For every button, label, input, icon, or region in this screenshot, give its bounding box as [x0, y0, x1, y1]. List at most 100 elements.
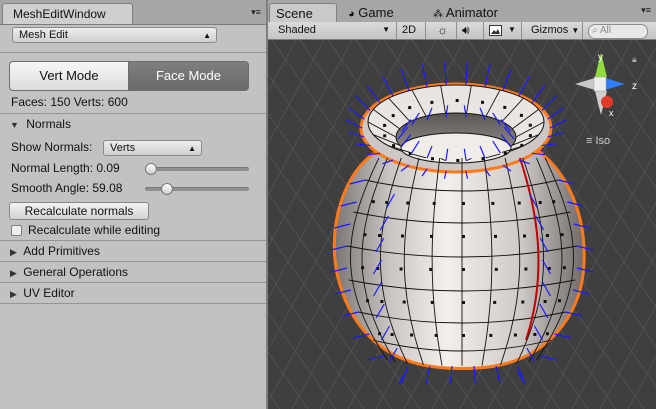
face-center-dot	[528, 123, 532, 127]
face-center-dot	[558, 299, 561, 303]
face-center-dot	[545, 234, 549, 237]
gizmo-z-label: z	[632, 81, 637, 92]
face-center-dot	[489, 333, 493, 337]
recalculate-normals-label: Recalculate normals	[24, 204, 134, 218]
grid-line	[268, 311, 337, 409]
face-center-dot	[503, 105, 507, 109]
divider	[0, 303, 266, 304]
normal-length-slider-thumb[interactable]	[145, 163, 158, 175]
gizmo-x-axis[interactable]	[601, 96, 613, 108]
scene-viewport[interactable]: y z x ≡ Iso 🔒︎	[268, 40, 656, 409]
effects-dropdown-arrow-icon[interactable]: ▼	[508, 22, 516, 39]
recalc-while-editing-label: Recalculate while editing	[28, 223, 161, 237]
tab-game[interactable]: ◕ Game	[348, 3, 394, 22]
lighting-toggle-icon[interactable]: ☼	[437, 22, 448, 39]
normal-length-slider[interactable]	[145, 167, 249, 171]
lock-icon[interactable]: 🔒︎	[632, 54, 637, 64]
tab-game-label: Game	[358, 5, 394, 20]
animator-icon: ⁂	[433, 9, 443, 20]
normal-line	[366, 84, 381, 104]
face-center-dot	[392, 144, 396, 148]
tab-animator[interactable]: ⁂ Animator	[433, 3, 498, 22]
search-input[interactable]: ⌕ All	[588, 24, 648, 39]
face-mode-button[interactable]: Face Mode	[128, 61, 249, 91]
face-center-dot	[431, 157, 434, 161]
projection-mode-text: Iso	[595, 135, 610, 147]
normal-line	[502, 68, 512, 92]
face-center-dot	[503, 151, 507, 155]
projection-mode-label[interactable]: ≡ Iso	[586, 135, 610, 147]
audio-toggle-icon[interactable]: 🔊︎	[462, 22, 470, 39]
face-center-dot	[545, 332, 549, 336]
face-center-dot	[390, 333, 394, 336]
face-center-dot	[513, 333, 517, 337]
face-center-dot	[528, 134, 532, 138]
toolbar-separator	[425, 22, 426, 39]
show-normals-popup[interactable]: Verts ▲	[103, 140, 202, 156]
scene-window: Scene ◕ Game ⁂ Animator ▾≡ Shaded ▼ 2D ☼…	[268, 0, 656, 409]
normal-line	[400, 365, 409, 385]
divider	[0, 240, 266, 241]
normal-line	[425, 365, 431, 385]
face-center-dot	[562, 266, 566, 270]
window-menu-icon[interactable]: ▾≡	[250, 7, 262, 17]
mesh-vase[interactable]	[330, 61, 594, 385]
toolbar-separator	[582, 22, 583, 39]
smooth-angle-slider-thumb[interactable]	[160, 183, 173, 195]
tab-label: MeshEditWindow	[13, 7, 106, 21]
tab-scene[interactable]: Scene	[269, 3, 337, 22]
normal-line	[495, 365, 501, 385]
face-center-dot	[380, 300, 384, 303]
vase-inner-band	[400, 132, 512, 164]
face-center-dot	[520, 143, 524, 147]
divider	[0, 52, 266, 53]
recalc-while-editing-checkbox[interactable]	[11, 225, 22, 236]
face-center-dot	[429, 267, 433, 271]
grid-line	[268, 40, 297, 93]
gizmo-x-label: x	[609, 108, 614, 118]
normal-line	[554, 333, 571, 339]
recalculate-normals-button[interactable]: Recalculate normals	[9, 202, 149, 220]
face-center-dot	[410, 333, 414, 337]
show-normals-value: Verts	[110, 142, 136, 154]
show-normals-label: Show Normals:	[11, 140, 93, 154]
face-center-dot	[517, 201, 521, 205]
normal-line	[517, 365, 526, 385]
face-center-dot	[363, 233, 367, 237]
tab-scene-label: Scene	[276, 6, 313, 21]
face-center-dot	[491, 201, 495, 205]
gizmo-z-axis[interactable]	[605, 78, 625, 90]
normal-line	[400, 68, 410, 92]
face-center-dot	[455, 99, 459, 102]
gizmo-center-cube[interactable]	[593, 76, 607, 92]
vert-mode-button[interactable]: Vert Mode	[9, 61, 129, 91]
shading-mode-dropdown[interactable]: Shaded ▼	[278, 22, 390, 39]
scene-toolbar: Shaded ▼ 2D ☼ 🔊︎ ▼ Gizmos ▼ ⌕ All	[268, 22, 656, 40]
foldout-open-icon: ▼	[10, 120, 19, 130]
effects-toggle-icon[interactable]	[489, 22, 502, 39]
add-primitives-foldout[interactable]: ▶ Add Primitives	[10, 244, 100, 258]
toggle-2d-button[interactable]: 2D	[402, 22, 416, 39]
general-operations-foldout[interactable]: ▶ General Operations	[10, 265, 128, 279]
mode-popup[interactable]: Mesh Edit ▲	[12, 27, 217, 43]
normal-line	[421, 63, 428, 88]
left-tab-bar: MeshEditWindow ▾≡	[0, 0, 266, 25]
foldout-closed-icon: ▶	[10, 268, 17, 278]
divider	[0, 113, 266, 114]
vert-mode-label: Vert Mode	[39, 68, 99, 83]
tab-mesh-edit-window[interactable]: MeshEditWindow	[2, 3, 133, 24]
scene-tab-bar: Scene ◕ Game ⁂ Animator ▾≡	[268, 0, 656, 23]
scene-canvas[interactable]: y z x ≡ Iso 🔒︎	[268, 40, 656, 409]
normals-foldout[interactable]: ▼ Normals	[10, 117, 71, 133]
divider	[0, 261, 266, 262]
face-center-dot	[430, 300, 434, 304]
window-menu-icon[interactable]: ▾≡	[640, 5, 652, 15]
face-center-dot	[434, 333, 438, 337]
foldout-closed-icon: ▶	[10, 289, 17, 299]
face-center-dot	[406, 201, 410, 205]
uv-editor-foldout[interactable]: ▶ UV Editor	[10, 286, 75, 300]
image-icon	[489, 25, 502, 36]
grid-line	[607, 40, 656, 109]
face-center-dot	[481, 100, 484, 104]
gizmos-dropdown[interactable]: Gizmos ▼	[531, 22, 579, 39]
